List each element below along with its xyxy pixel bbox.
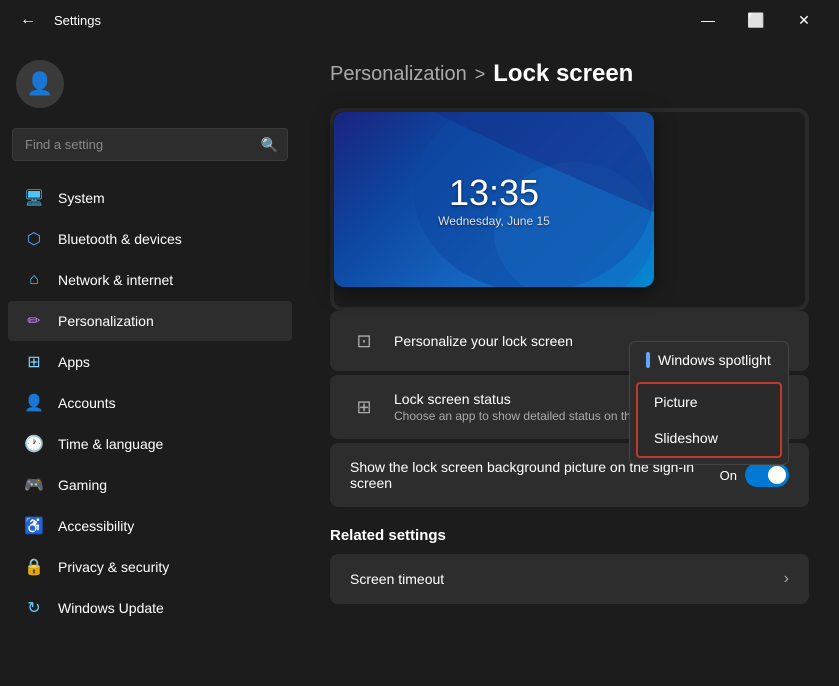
breadcrumb: Personalization > Lock screen [330,60,809,88]
nav-icon-privacy: 🔒 [24,557,44,577]
sidebar: 👤 🔍 🖥 System ⬡ Bluetooth & devices ⌂ Net… [0,40,300,686]
toggle-switch: On [720,463,789,487]
dropdown-option-slideshow[interactable]: Slideshow [638,420,780,456]
nav-label-system: System [58,190,105,206]
breadcrumb-parent: Personalization [330,63,467,86]
close-button[interactable]: ✕ [781,4,827,36]
sidebar-item-accounts[interactable]: 👤 Accounts [8,383,292,423]
personalize-card: ⊡ Personalize your lock screen Windows s… [330,311,809,371]
nav-icon-personalization: ✏ [24,311,44,331]
back-button[interactable]: ← [12,7,44,33]
personalize-row: ⊡ Personalize your lock screen Windows s… [330,311,809,371]
background-signin-control: On [720,463,789,487]
toggle-button[interactable] [745,463,789,487]
nav-list: 🖥 System ⬡ Bluetooth & devices ⌂ Network… [0,177,300,629]
lock-status-icon: ⊞ [350,393,378,421]
search-input[interactable] [12,128,288,161]
spotlight-selected-option[interactable]: Windows spotlight [630,342,788,378]
nav-label-network: Network & internet [58,272,173,288]
nav-label-privacy: Privacy & security [58,559,169,575]
nav-icon-bluetooth: ⬡ [24,229,44,249]
search-bar: 🔍 [12,128,288,161]
related-item[interactable]: Screen timeout › [330,554,809,604]
nav-label-gaming: Gaming [58,477,107,493]
sidebar-item-update[interactable]: ↻ Windows Update [8,588,292,628]
nav-label-time: Time & language [58,436,163,452]
dropdown-options-box: Picture Slideshow [636,382,782,458]
sidebar-item-network[interactable]: ⌂ Network & internet [8,260,292,300]
dropdown-option-picture[interactable]: Picture [638,384,780,420]
sidebar-item-personalization[interactable]: ✏ Personalization [8,301,292,341]
main-layout: 👤 🔍 🖥 System ⬡ Bluetooth & devices ⌂ Net… [0,40,839,686]
nav-icon-accessibility: ♿ [24,516,44,536]
toggle-knob [768,466,786,484]
sidebar-item-apps[interactable]: ⊞ Apps [8,342,292,382]
nav-label-personalization: Personalization [58,313,154,329]
lock-screen-time: 13:35 [449,172,539,214]
nav-icon-accounts: 👤 [24,393,44,413]
sidebar-item-time[interactable]: 🕐 Time & language [8,424,292,464]
title-bar: ← Settings — ⬜ ✕ [0,0,839,40]
search-icon: 🔍 [261,136,278,153]
related-items-list: Screen timeout › [330,554,809,604]
sidebar-item-system[interactable]: 🖥 System [8,178,292,218]
related-item-label: Screen timeout [350,571,784,587]
restore-button[interactable]: ⬜ [733,4,779,36]
sidebar-item-bluetooth[interactable]: ⬡ Bluetooth & devices [8,219,292,259]
personalize-icon: ⊡ [350,327,378,355]
nav-label-accessibility: Accessibility [58,518,134,534]
lock-screen-preview-wrapper: 13:35 Wednesday, June 15 [330,108,809,311]
related-settings-title: Related settings [330,527,809,544]
avatar: 👤 [16,60,64,108]
user-profile: 👤 [0,50,300,128]
breadcrumb-separator: > [475,64,486,85]
nav-icon-system: 🖥 [24,188,44,208]
lock-screen-preview: 13:35 Wednesday, June 15 [334,112,654,287]
toggle-label: On [720,468,737,483]
lock-screen-date: Wednesday, June 15 [438,214,550,228]
minimize-button[interactable]: — [685,4,731,36]
sidebar-item-accessibility[interactable]: ♿ Accessibility [8,506,292,546]
nav-label-apps: Apps [58,354,90,370]
nav-icon-apps: ⊞ [24,352,44,372]
breadcrumb-current: Lock screen [493,60,633,88]
chevron-right-icon: › [784,570,789,588]
nav-label-accounts: Accounts [58,395,116,411]
title-bar-title: Settings [54,13,101,28]
sidebar-item-gaming[interactable]: 🎮 Gaming [8,465,292,505]
spotlight-dropdown: Windows spotlight Picture Slideshow [629,341,789,465]
content-area: Personalization > Lock screen 13:35 Wedn… [300,40,839,686]
title-bar-left: ← Settings [12,7,101,33]
nav-label-update: Windows Update [58,600,164,616]
sidebar-item-privacy[interactable]: 🔒 Privacy & security [8,547,292,587]
nav-label-bluetooth: Bluetooth & devices [58,231,182,247]
nav-icon-update: ↻ [24,598,44,618]
nav-icon-network: ⌂ [24,270,44,290]
nav-icon-time: 🕐 [24,434,44,454]
nav-icon-gaming: 🎮 [24,475,44,495]
title-bar-controls: — ⬜ ✕ [685,4,827,36]
